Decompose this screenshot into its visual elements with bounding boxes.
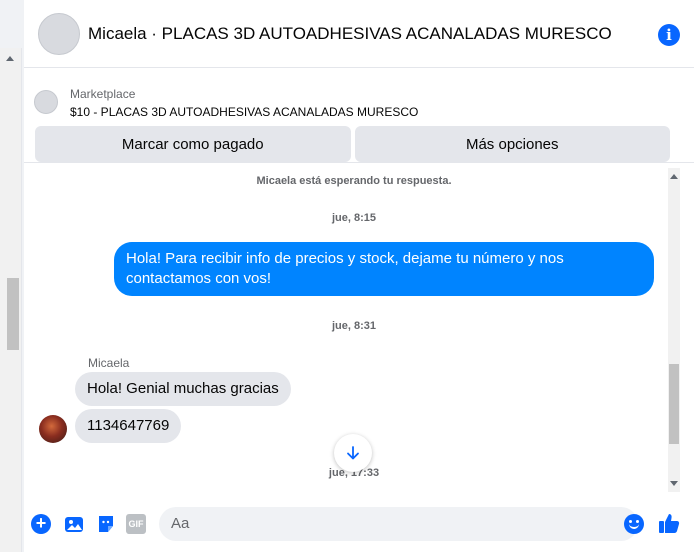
more-options-button[interactable]: Más opciones	[354, 126, 670, 162]
incoming-message[interactable]: 1134647769	[75, 409, 182, 443]
gif-icon[interactable]: GIF	[126, 514, 146, 534]
marketplace-listing[interactable]: Marketplace $10 - PLACAS 3D AUTOADHESIVA…	[24, 68, 694, 120]
info-icon[interactable]: i	[658, 24, 680, 46]
emoji-icon[interactable]	[624, 514, 644, 534]
sender-name: Micaela	[88, 356, 130, 370]
listing-actions: Marcar como pagado Más opciones	[24, 120, 694, 162]
messenger-window: Micaela · PLACAS 3D AUTOADHESIVAS ACANAL…	[0, 0, 694, 552]
listing-thumbnail	[34, 90, 58, 114]
message-composer: + GIF Aa	[24, 500, 694, 550]
scroll-down-arrow[interactable]	[670, 481, 678, 486]
page-scrollbar[interactable]	[0, 48, 22, 552]
sticker-icon[interactable]	[96, 514, 116, 534]
scroll-up-arrow[interactable]	[670, 174, 678, 179]
scroll-thumb[interactable]	[669, 364, 679, 444]
timestamp: jue, 8:15	[331, 212, 377, 224]
timestamp: jue, 8:31	[331, 320, 377, 332]
message-list: Micaela está esperando tu respuesta. jue…	[24, 166, 684, 494]
photo-icon[interactable]	[64, 514, 84, 534]
contact-avatar[interactable]	[39, 415, 67, 443]
like-icon[interactable]	[658, 512, 680, 539]
arrow-down-icon	[347, 446, 359, 460]
marketplace-label: Marketplace	[70, 87, 136, 101]
chat-header: Micaela · PLACAS 3D AUTOADHESIVAS ACANAL…	[24, 0, 694, 68]
mark-paid-button[interactable]: Marcar como pagado	[35, 126, 351, 162]
outgoing-message[interactable]: Hola! Para recibir info de precios y sto…	[114, 242, 654, 296]
message-input[interactable]: Aa	[159, 507, 638, 541]
listing-title: $10 - PLACAS 3D AUTOADHESIVAS ACANALADAS…	[70, 105, 419, 119]
scroll-up-arrow[interactable]	[6, 56, 14, 61]
plus-icon[interactable]: +	[31, 514, 51, 534]
chat-scrollbar[interactable]	[668, 168, 680, 492]
incoming-message[interactable]: Hola! Genial muchas gracias	[75, 372, 291, 406]
waiting-notice: Micaela está esperando tu respuesta.	[256, 175, 452, 187]
chat-panel: Micaela · PLACAS 3D AUTOADHESIVAS ACANAL…	[24, 0, 694, 552]
avatar[interactable]	[38, 12, 80, 55]
chat-title[interactable]: Micaela · PLACAS 3D AUTOADHESIVAS ACANAL…	[88, 24, 612, 44]
scroll-thumb[interactable]	[7, 278, 19, 350]
scroll-to-bottom-button[interactable]	[334, 434, 372, 472]
divider	[24, 162, 694, 163]
